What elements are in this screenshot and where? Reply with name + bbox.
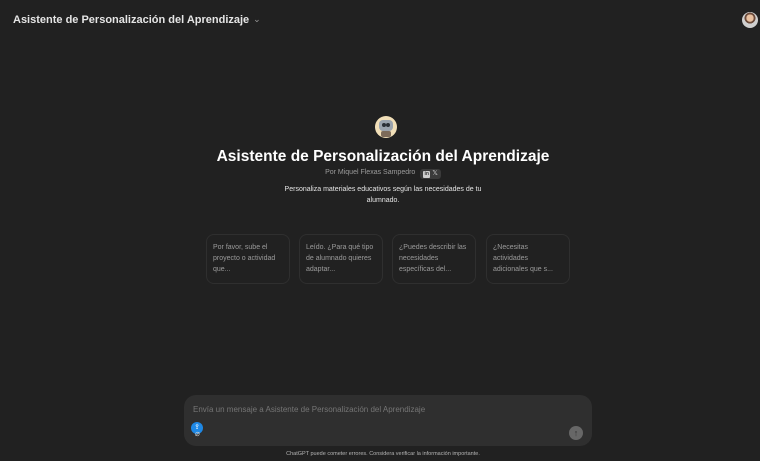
gpt-name: Asistente de Personalización del Aprendi… (216, 148, 550, 165)
paperclip-icon: ⌀ (195, 429, 200, 438)
author-row: Por Miquel Flexas Sampedro in 𝕏 (6, 169, 760, 179)
starter-card[interactable]: ¿Necesitas actividades adicionales que s… (486, 234, 570, 284)
gpt-avatar (375, 116, 397, 138)
x-icon[interactable]: 𝕏 (432, 170, 438, 177)
author-name: Por Miquel Flexas Sampedro (325, 169, 416, 176)
send-button[interactable]: ↑ (569, 426, 583, 440)
starter-card[interactable]: Por favor, sube el proyecto o actividad … (206, 234, 290, 284)
arrow-up-icon: ↑ (573, 428, 579, 438)
linkedin-icon[interactable]: in (423, 171, 431, 178)
message-input[interactable] (193, 405, 573, 414)
message-composer: ⇪ ⌀ ↑ (184, 395, 592, 446)
top-bar: Asistente de Personalización del Aprendi… (6, 7, 760, 33)
starter-card[interactable]: Leído. ¿Para qué tipo de alumnado quiere… (299, 234, 383, 284)
model-title: Asistente de Personalización del Aprendi… (13, 14, 250, 26)
user-avatar[interactable] (742, 12, 758, 28)
model-selector[interactable]: Asistente de Personalización del Aprendi… (13, 14, 261, 26)
chevron-down-icon: ⌄ (253, 14, 261, 24)
disclaimer: ChatGPT puede cometer errores. Considera… (286, 451, 480, 457)
attach-button[interactable]: ⇪ ⌀ (191, 422, 205, 438)
starter-card[interactable]: ¿Puedes describir las necesidades especí… (392, 234, 476, 284)
chat-window: Asistente de Personalización del Aprendi… (6, 7, 760, 461)
gpt-description: Personaliza materiales educativos según … (284, 186, 482, 204)
conversation-starters: Por favor, sube el proyecto o actividad … (206, 234, 574, 292)
social-links[interactable]: in 𝕏 (420, 169, 441, 179)
